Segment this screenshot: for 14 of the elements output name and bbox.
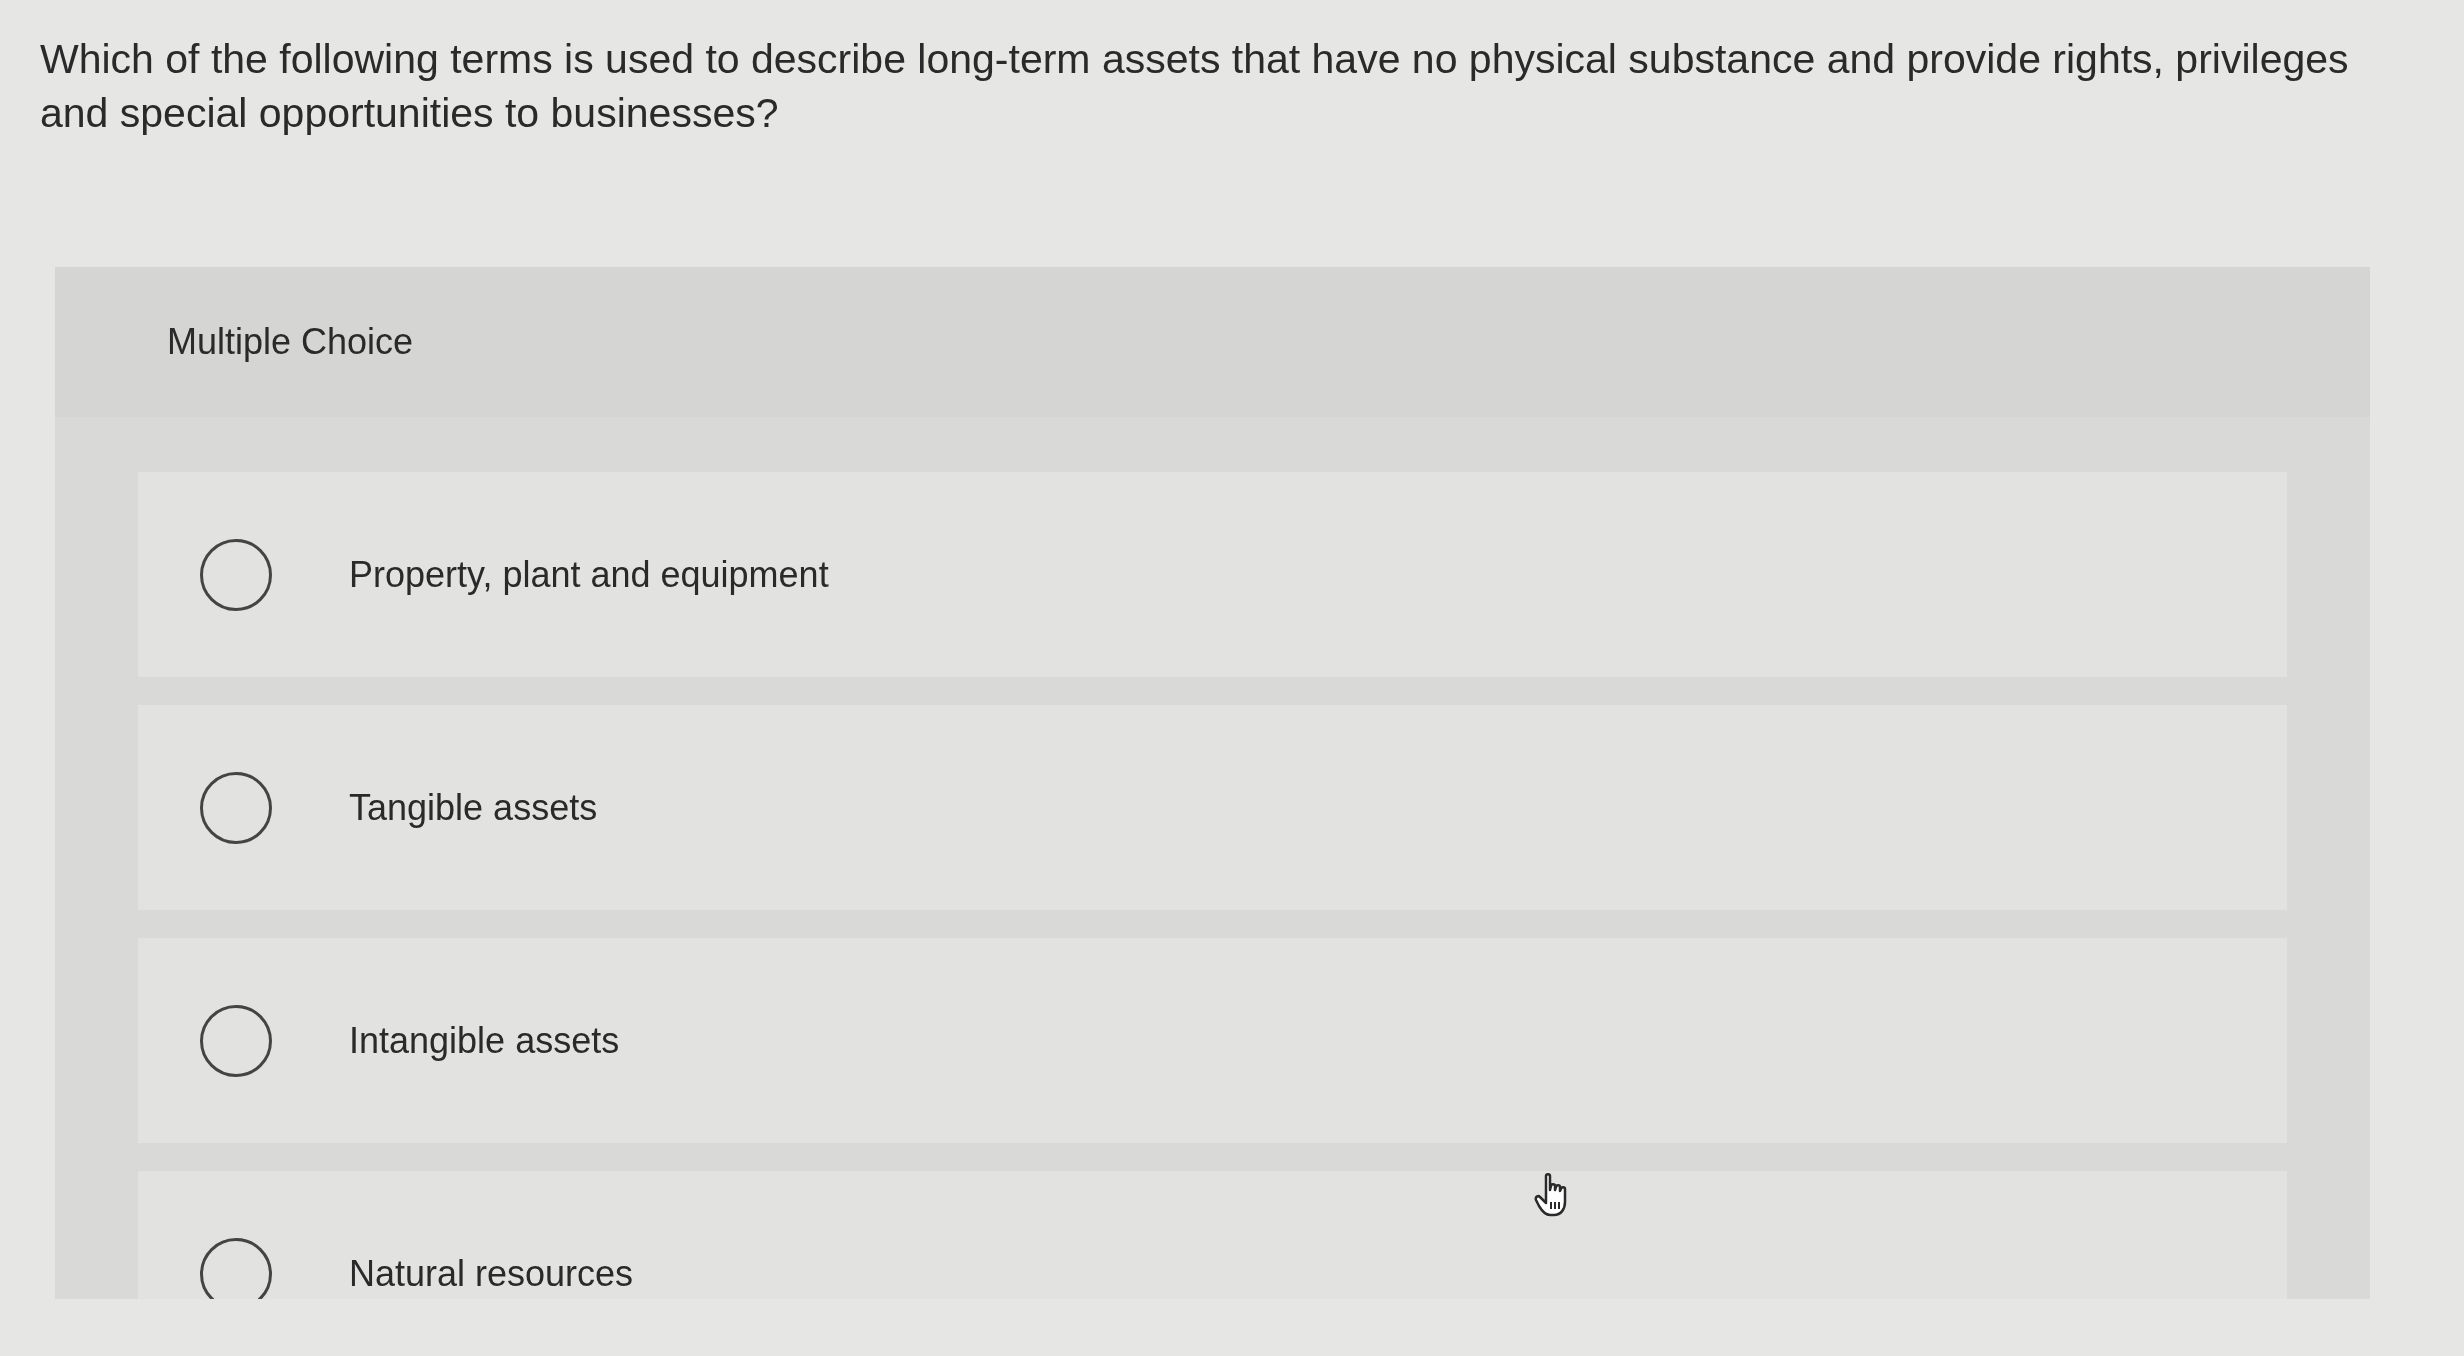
option-row[interactable]: Tangible assets (138, 705, 2287, 910)
radio-button[interactable] (200, 1004, 272, 1077)
option-label: Natural resources (349, 1251, 634, 1296)
option-label: Intangible assets (349, 1018, 620, 1063)
option-label: Tangible assets (349, 785, 598, 830)
radio-button[interactable] (200, 538, 272, 611)
radio-button[interactable] (200, 771, 272, 844)
question-text: Which of the following terms is used to describe long-term assets that have no physical substance and provide rights, privileges and special opportunities to businesses? (40, 35, 2350, 138)
question-type-label: Multiple Choice (167, 320, 414, 364)
option-row[interactable]: Natural resources (138, 1171, 2287, 1299)
option-label: Property, plant and equipment (349, 552, 829, 597)
radio-button[interactable] (200, 1237, 272, 1299)
option-row[interactable]: Property, plant and equipment (138, 472, 2287, 677)
option-row[interactable]: Intangible assets (138, 938, 2287, 1143)
